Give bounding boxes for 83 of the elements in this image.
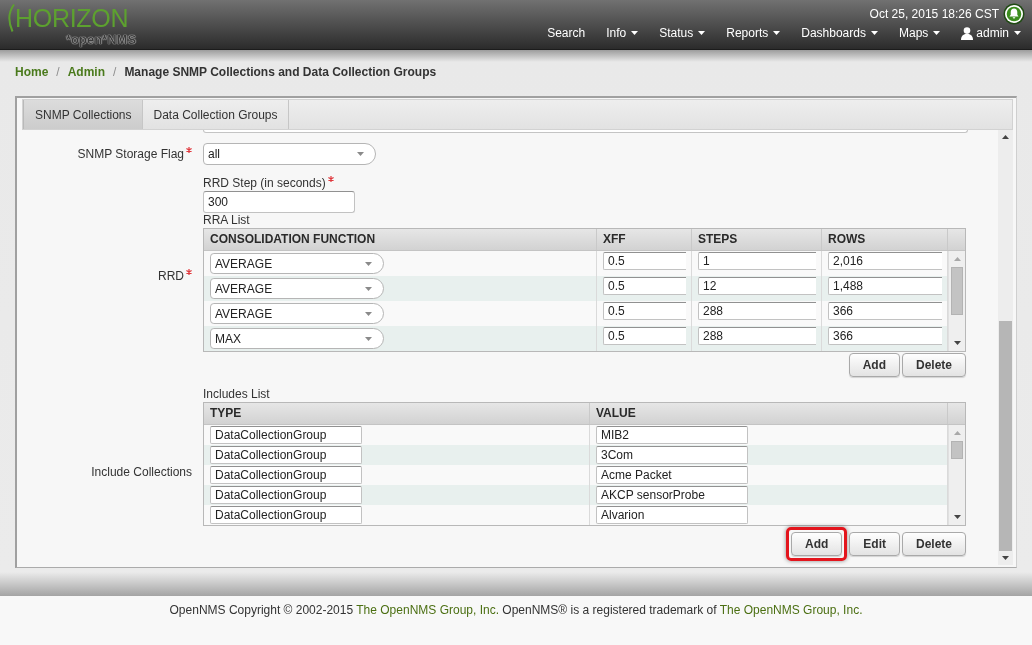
date-time: Oct 25, 2015 18:26 CST — [869, 6, 999, 21]
field-label: RRD Step (in seconds) — [203, 176, 326, 190]
list-title: RRA List — [203, 213, 250, 228]
logo-subtitle: *open*NMS — [66, 33, 137, 46]
dropdown[interactable]: AVERAGE — [210, 303, 384, 324]
input-field[interactable]: 366 — [828, 327, 942, 345]
breadcrumb-separator: / — [113, 64, 117, 80]
field-label: SNMP Storage Flag — [77, 147, 184, 161]
scroll-up-icon[interactable] — [1002, 135, 1009, 139]
tab[interactable]: SNMP Collections — [23, 100, 144, 129]
scroll-down-icon[interactable] — [953, 341, 961, 345]
input-field[interactable]: 300 — [203, 191, 355, 213]
input-field[interactable]: DataCollectionGroup — [210, 446, 362, 464]
action-button[interactable]: Delete — [901, 353, 966, 377]
tab[interactable]: Data Collection Groups — [143, 100, 289, 129]
dropdown[interactable]: AVERAGE — [210, 253, 384, 274]
input-field[interactable]: 12 — [698, 277, 816, 295]
input-field[interactable]: 0.5 — [603, 327, 686, 345]
nav-menu-item[interactable]: Maps — [898, 25, 941, 41]
input-field[interactable]: 2,016 — [828, 252, 942, 270]
nav-menu-item[interactable]: Dashboards — [801, 25, 878, 41]
input-field[interactable]: 288 — [698, 327, 816, 345]
action-button[interactable]: Add — [790, 532, 843, 556]
column-header: VALUE — [590, 403, 948, 424]
scrollbar-thumb[interactable] — [951, 267, 963, 315]
nav-menu-item[interactable]: Status — [659, 25, 706, 41]
input-field[interactable]: 288 — [698, 302, 816, 320]
column-header: STEPS — [692, 229, 822, 250]
input-field[interactable]: 366 — [828, 302, 942, 320]
field-label: Include Collections — [91, 464, 192, 479]
action-button[interactable]: Add — [848, 353, 900, 377]
input-field[interactable]: DataCollectionGroup — [210, 426, 362, 444]
scroll-down-icon[interactable] — [953, 515, 961, 519]
input-field[interactable]: 1,488 — [828, 277, 942, 295]
input-field[interactable]: MIB2 — [596, 426, 748, 444]
page-title: Manage SNMP Collections and Data Collection Groups — [124, 64, 437, 80]
input-field[interactable]: DataCollectionGroup — [210, 486, 362, 504]
column-header: CONSOLIDATION FUNCTION — [204, 229, 597, 250]
breadcrumb-link[interactable]: Admin — [67, 64, 106, 80]
arc-icon — [5, 3, 15, 33]
copyright-text: OpenNMS Copyright © 2002-2015 The OpenNMS Group, Inc. OpenNMS® is a registered trademark of The OpenNMS Group, Inc. — [168, 603, 864, 618]
caret-icon — [365, 261, 372, 266]
scrollbar[interactable] — [948, 251, 965, 351]
action-button[interactable]: Delete — [901, 532, 966, 556]
dropdown[interactable]: MAX — [210, 328, 384, 349]
footer-link[interactable]: The OpenNMS Group, Inc. — [356, 603, 499, 617]
nav-menu-item[interactable]: Info — [606, 25, 639, 41]
scrollbar[interactable] — [948, 425, 965, 525]
list-title: Includes List — [203, 387, 270, 402]
input-field[interactable]: 0.5 — [603, 277, 686, 295]
field-label: RRD — [158, 269, 184, 283]
input-field[interactable]: 0.5 — [603, 302, 686, 320]
caret-icon — [365, 286, 372, 291]
input-field[interactable]: Acme Packet — [596, 466, 748, 484]
nav-menu-item[interactable]: admin — [961, 25, 1021, 41]
input-field[interactable]: 0.5 — [603, 252, 686, 270]
breadcrumb-link[interactable]: Home — [15, 64, 49, 80]
bell-icon[interactable] — [1003, 2, 1025, 25]
input-field[interactable]: Alvarion — [596, 506, 748, 524]
input-field[interactable]: 3Com — [596, 446, 748, 464]
dropdown[interactable]: all — [203, 143, 376, 165]
scrollbar-thumb[interactable] — [951, 441, 963, 459]
footer-link[interactable]: The OpenNMS Group, Inc. — [719, 603, 863, 617]
nav-menu-item[interactable]: Reports — [726, 25, 781, 41]
scrollbar[interactable] — [998, 130, 1013, 565]
column-header: ROWS — [822, 229, 948, 250]
breadcrumb-separator: / — [56, 64, 60, 80]
dropdown[interactable]: AVERAGE — [210, 278, 384, 299]
nav-menu-item[interactable]: Search — [547, 25, 586, 41]
column-header: XFF — [597, 229, 692, 250]
action-button[interactable]: Edit — [849, 532, 900, 556]
input-field[interactable]: AKCP sensorProbe — [596, 486, 748, 504]
scroll-down-icon[interactable] — [1002, 556, 1009, 560]
scrollbar-thumb[interactable] — [999, 321, 1012, 551]
person-icon — [961, 26, 974, 40]
input-field[interactable]: 1 — [698, 252, 816, 270]
caret-icon — [365, 311, 372, 316]
caret-icon — [365, 336, 372, 341]
logo-text: HORIZON — [15, 3, 129, 33]
caret-icon — [357, 152, 364, 156]
input-field[interactable]: DataCollectionGroup — [210, 506, 362, 524]
input-field[interactable]: DataCollectionGroup — [210, 466, 362, 484]
column-header: TYPE — [204, 403, 590, 424]
